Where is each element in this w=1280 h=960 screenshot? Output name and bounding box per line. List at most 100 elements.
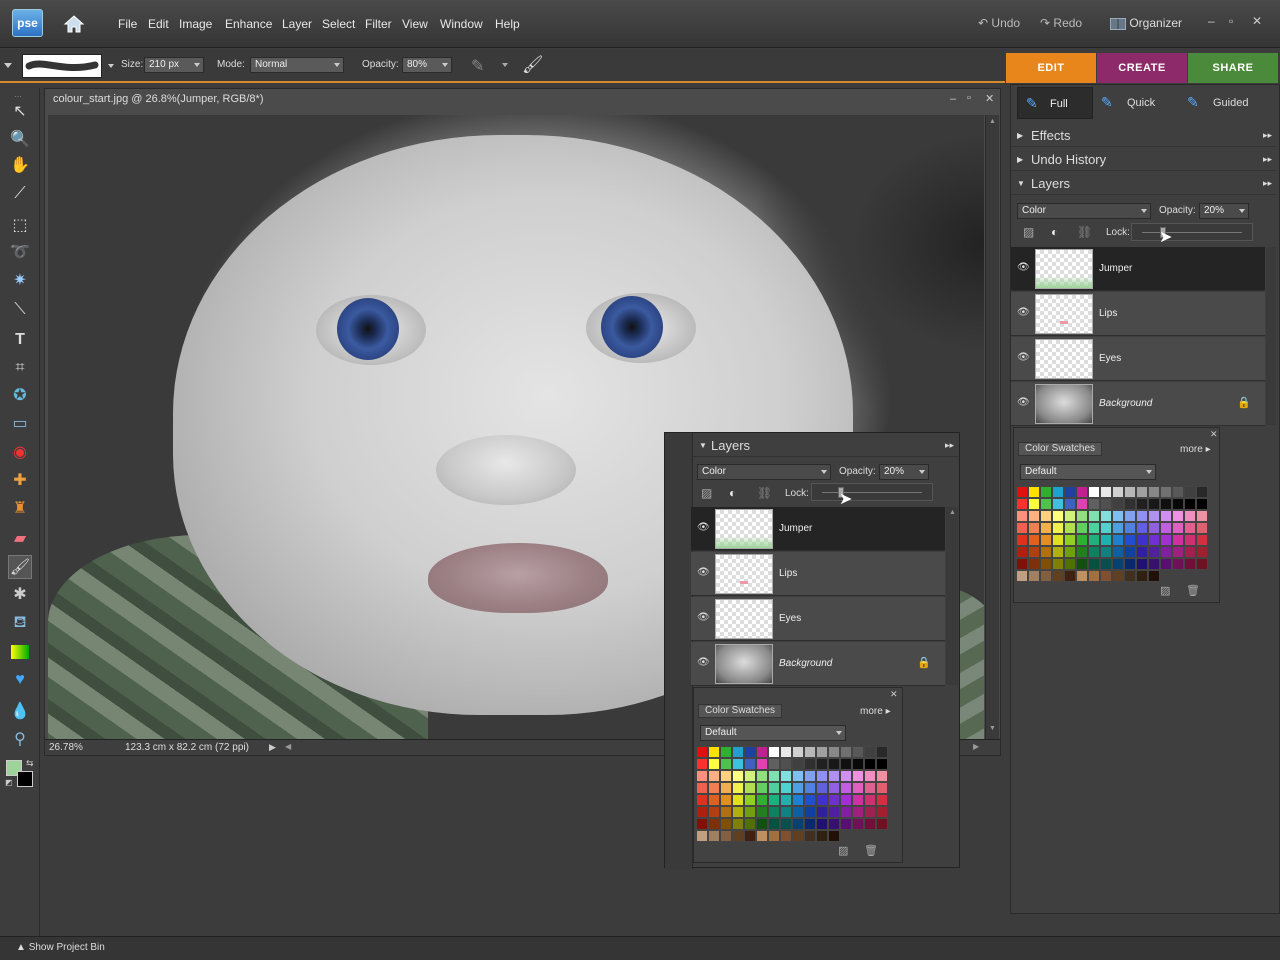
color-swatch[interactable] — [720, 818, 732, 830]
color-swatch[interactable] — [876, 746, 888, 758]
color-swatch[interactable] — [804, 818, 816, 830]
color-swatch[interactable] — [1076, 510, 1088, 522]
new-swatch-icon[interactable]: ▨ — [1160, 584, 1170, 597]
color-swatch[interactable] — [1040, 510, 1052, 522]
floating-blend-mode-select[interactable]: Color — [697, 464, 831, 480]
color-swatch[interactable] — [1172, 534, 1184, 546]
lasso-tool-icon[interactable]: ➰ — [8, 241, 32, 265]
color-swatch[interactable] — [780, 782, 792, 794]
healing-brush-tool-icon[interactable]: ✚ — [8, 469, 32, 493]
color-swatch[interactable] — [1124, 498, 1136, 510]
close-icon[interactable]: ✕ — [1252, 14, 1262, 28]
color-swatch[interactable] — [1064, 558, 1076, 570]
color-swatch[interactable] — [756, 770, 768, 782]
menu-enhance[interactable]: Enhance — [225, 17, 272, 31]
color-swatch[interactable] — [852, 830, 864, 842]
color-swatch[interactable] — [1016, 570, 1028, 582]
color-swatch[interactable] — [1040, 546, 1052, 558]
color-swatch[interactable] — [1016, 522, 1028, 534]
opacity-field[interactable]: 80% — [402, 57, 452, 73]
floating-layers-header[interactable]: ▼ Layers ▸▸ — [693, 435, 959, 457]
color-swatch[interactable] — [708, 806, 720, 818]
color-swatch[interactable] — [744, 758, 756, 770]
color-swatch[interactable] — [792, 830, 804, 842]
color-swatch[interactable] — [1088, 510, 1100, 522]
restore-icon[interactable]: ▫ — [1229, 14, 1233, 28]
color-swatch[interactable] — [780, 758, 792, 770]
new-layer-icon[interactable]: ▨ — [701, 486, 712, 500]
color-swatch[interactable] — [780, 818, 792, 830]
color-swatch[interactable] — [804, 770, 816, 782]
color-swatch[interactable] — [1052, 486, 1064, 498]
eraser-tool-icon[interactable]: ▰ — [8, 527, 32, 551]
scroll-down-icon[interactable]: ▼ — [989, 725, 996, 732]
color-swatch[interactable] — [696, 830, 708, 842]
color-swatch[interactable] — [1160, 546, 1172, 558]
menu-edit[interactable]: Edit — [148, 17, 169, 31]
color-swatch[interactable] — [696, 782, 708, 794]
color-swatch[interactable] — [816, 794, 828, 806]
tool-preset-arrow-icon[interactable] — [4, 63, 12, 68]
color-swatch[interactable] — [1040, 486, 1052, 498]
visibility-eye-icon[interactable]: 👁 — [1017, 307, 1030, 319]
color-swatch[interactable] — [1076, 486, 1088, 498]
color-swatch[interactable] — [792, 782, 804, 794]
organizer-button[interactable]: Organizer — [1110, 16, 1182, 30]
color-swatch[interactable] — [708, 746, 720, 758]
color-swatch[interactable] — [876, 806, 888, 818]
color-swatch[interactable] — [1172, 558, 1184, 570]
color-swatch[interactable] — [732, 782, 744, 794]
straighten-tool-icon[interactable]: ▭ — [8, 412, 32, 436]
color-swatch[interactable] — [864, 794, 876, 806]
color-swatch[interactable] — [720, 830, 732, 842]
color-swatch[interactable] — [732, 806, 744, 818]
layer-row-lips[interactable]: 👁 Lips — [1011, 292, 1265, 336]
color-swatch[interactable] — [1064, 522, 1076, 534]
color-swatch[interactable] — [828, 830, 840, 842]
size-field[interactable]: 210 px — [144, 57, 204, 73]
tab-share[interactable]: SHARE — [1188, 53, 1278, 83]
color-swatch[interactable] — [780, 794, 792, 806]
color-swatch[interactable] — [792, 806, 804, 818]
color-swatch[interactable] — [1076, 534, 1088, 546]
color-swatch[interactable] — [1088, 486, 1100, 498]
color-swatch[interactable] — [732, 794, 744, 806]
color-swatch[interactable] — [768, 770, 780, 782]
visibility-eye-icon[interactable]: 👁 — [697, 522, 710, 534]
color-swatch[interactable] — [1028, 498, 1040, 510]
color-swatch[interactable] — [708, 770, 720, 782]
color-swatch[interactable] — [852, 770, 864, 782]
layer-row-background[interactable]: 👁 Background 🔒 — [1011, 382, 1265, 426]
color-swatch[interactable] — [828, 758, 840, 770]
color-swatch[interactable] — [1136, 546, 1148, 558]
color-swatch[interactable] — [1100, 534, 1112, 546]
color-swatch[interactable] — [1124, 558, 1136, 570]
gradient-tool-icon[interactable] — [8, 640, 32, 664]
color-swatch[interactable] — [852, 746, 864, 758]
menu-select[interactable]: Select — [322, 17, 355, 31]
color-swatch[interactable] — [696, 794, 708, 806]
color-swatch[interactable] — [816, 746, 828, 758]
move-tool-icon[interactable]: ↖ — [8, 100, 32, 124]
mode-select[interactable]: Normal — [250, 57, 344, 73]
scroll-left-icon[interactable]: ◀ — [285, 742, 291, 751]
color-swatch[interactable] — [828, 746, 840, 758]
color-swatch[interactable] — [876, 830, 888, 842]
color-swatch[interactable] — [876, 782, 888, 794]
swatches-tab[interactable]: Color Swatches — [698, 704, 782, 718]
color-swatch[interactable] — [852, 794, 864, 806]
color-swatch[interactable] — [1172, 486, 1184, 498]
color-swatch[interactable] — [1196, 510, 1208, 522]
color-swatch[interactable] — [864, 830, 876, 842]
swap-colors-icon[interactable]: ⇆ — [26, 758, 34, 769]
swatches-more-button[interactable]: more ▸ — [1180, 444, 1211, 455]
color-swatch[interactable] — [1052, 546, 1064, 558]
color-swatch[interactable] — [1172, 546, 1184, 558]
visibility-eye-icon[interactable]: 👁 — [1017, 262, 1030, 274]
color-swatch[interactable] — [1136, 522, 1148, 534]
color-swatch[interactable] — [1124, 546, 1136, 558]
color-swatch[interactable] — [1076, 570, 1088, 582]
color-swatch[interactable] — [1148, 486, 1160, 498]
visibility-eye-icon[interactable]: 👁 — [697, 657, 710, 669]
color-swatch[interactable] — [1016, 546, 1028, 558]
